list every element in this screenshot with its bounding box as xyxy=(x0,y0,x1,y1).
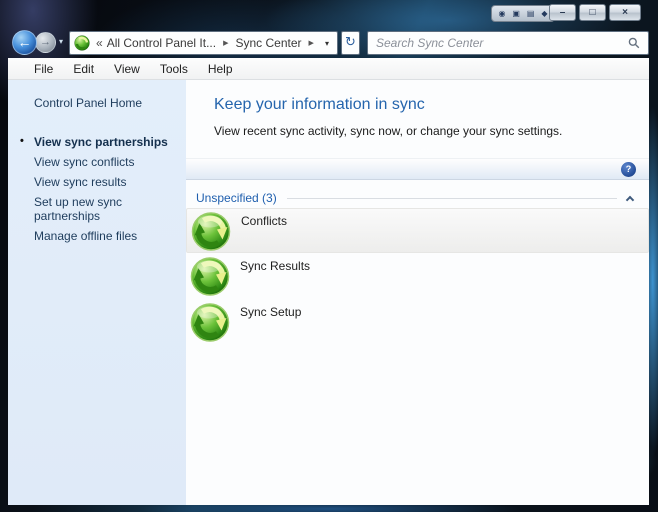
minimize-button[interactable]: – xyxy=(549,4,576,21)
titlebar-mini-toolbar: ◉ ▣ ▤ ◆ xyxy=(491,5,555,22)
back-button[interactable]: ← xyxy=(12,30,37,55)
sidebar-item-label: View sync conflicts xyxy=(34,155,134,169)
breadcrumb-separator-icon[interactable]: ▶ xyxy=(223,39,228,47)
sync-center-mini-icon xyxy=(74,35,90,51)
sidebar-item-control-panel-home[interactable]: Control Panel Home xyxy=(34,96,186,110)
breadcrumb-item-all-control-panel[interactable]: All Control Panel It... xyxy=(107,36,216,50)
sidebar-item-label: View sync partnerships xyxy=(34,135,168,149)
group-divider xyxy=(287,198,617,199)
refresh-button[interactable]: ↻ xyxy=(341,31,360,55)
sync-icon xyxy=(190,302,230,347)
sidebar-item-manage-offline-files[interactable]: Manage offline files xyxy=(8,226,186,246)
active-bullet-icon: • xyxy=(20,134,24,148)
page-title: Keep your information in sync xyxy=(214,96,425,114)
help-icon[interactable]: ? xyxy=(621,162,636,177)
address-bar[interactable]: « All Control Panel It... ▶ Sync Center … xyxy=(69,31,338,55)
tool-icon-4[interactable]: ◆ xyxy=(541,10,547,18)
list-item-label: Sync Results xyxy=(240,259,310,273)
recent-pages-chevron-icon[interactable]: ▾ xyxy=(59,37,63,46)
search-input[interactable] xyxy=(368,36,628,50)
titlebar[interactable]: ◉ ▣ ▤ ◆ – □ × xyxy=(0,0,658,26)
breadcrumb-separator-icon[interactable]: ▶ xyxy=(309,39,314,47)
list-item-label: Conflicts xyxy=(241,214,287,228)
sidebar-item-view-sync-partnerships[interactable]: • View sync partnerships xyxy=(8,132,186,152)
command-bar: ? xyxy=(186,158,649,180)
tool-icon-2[interactable]: ▣ xyxy=(512,10,520,18)
sidebar-item-label: Manage offline files xyxy=(34,229,137,243)
close-button[interactable]: × xyxy=(609,4,641,21)
navigation-bar: ← → ▾ « All Control Panel It... xyxy=(0,26,658,58)
sidebar-item-label: View sync results xyxy=(34,175,126,189)
sync-icon xyxy=(191,211,231,256)
caption-buttons: – □ × xyxy=(549,4,641,21)
sidebar-task-list: • View sync partnerships View sync confl… xyxy=(8,132,186,246)
page-subtitle: View recent sync activity, sync now, or … xyxy=(214,124,562,138)
sidebar-item-view-sync-results[interactable]: View sync results xyxy=(8,172,186,192)
tool-icon-3[interactable]: ▤ xyxy=(527,10,535,18)
main-pane: Keep your information in sync View recen… xyxy=(186,80,649,505)
list-item-conflicts[interactable]: Conflicts xyxy=(186,208,649,253)
search-icon[interactable] xyxy=(628,37,640,49)
breadcrumb-overflow-icon[interactable]: « xyxy=(96,36,103,50)
list-item-sync-setup[interactable]: Sync Setup xyxy=(186,300,649,345)
content: Control Panel Home • View sync partnersh… xyxy=(8,80,649,505)
sidebar: Control Panel Home • View sync partnersh… xyxy=(8,80,186,505)
menu-file[interactable]: File xyxy=(24,62,63,76)
breadcrumb-item-sync-center[interactable]: Sync Center xyxy=(235,36,301,50)
sidebar-item-view-sync-conflicts[interactable]: View sync conflicts xyxy=(8,152,186,172)
collapse-chevron-icon[interactable] xyxy=(626,195,634,203)
sync-item-list: Conflicts xyxy=(186,208,649,346)
sync-center-window: ◉ ▣ ▤ ◆ – □ × ← → ▾ xyxy=(0,0,658,512)
forward-button[interactable]: → xyxy=(35,32,56,53)
group-header-unspecified[interactable]: Unspecified (3) xyxy=(186,188,649,208)
address-dropdown-icon[interactable]: ▾ xyxy=(325,39,329,48)
search-box xyxy=(367,31,649,55)
list-item-label: Sync Setup xyxy=(240,305,301,319)
maximize-button[interactable]: □ xyxy=(579,4,606,21)
list-item-sync-results[interactable]: Sync Results xyxy=(186,254,649,299)
menu-view[interactable]: View xyxy=(104,62,150,76)
client-area: File Edit View Tools Help Control Panel … xyxy=(8,58,649,505)
menu-help[interactable]: Help xyxy=(198,62,243,76)
group-label: Unspecified (3) xyxy=(196,191,277,205)
menu-edit[interactable]: Edit xyxy=(63,62,104,76)
sidebar-item-set-up-new-sync-partnerships[interactable]: Set up new sync partnerships xyxy=(8,192,186,226)
sidebar-item-label: Set up new sync partnerships xyxy=(34,195,122,223)
sync-icon xyxy=(190,256,230,301)
menu-tools[interactable]: Tools xyxy=(150,62,198,76)
menu-bar: File Edit View Tools Help xyxy=(8,58,649,80)
tool-icon-1[interactable]: ◉ xyxy=(498,10,505,18)
